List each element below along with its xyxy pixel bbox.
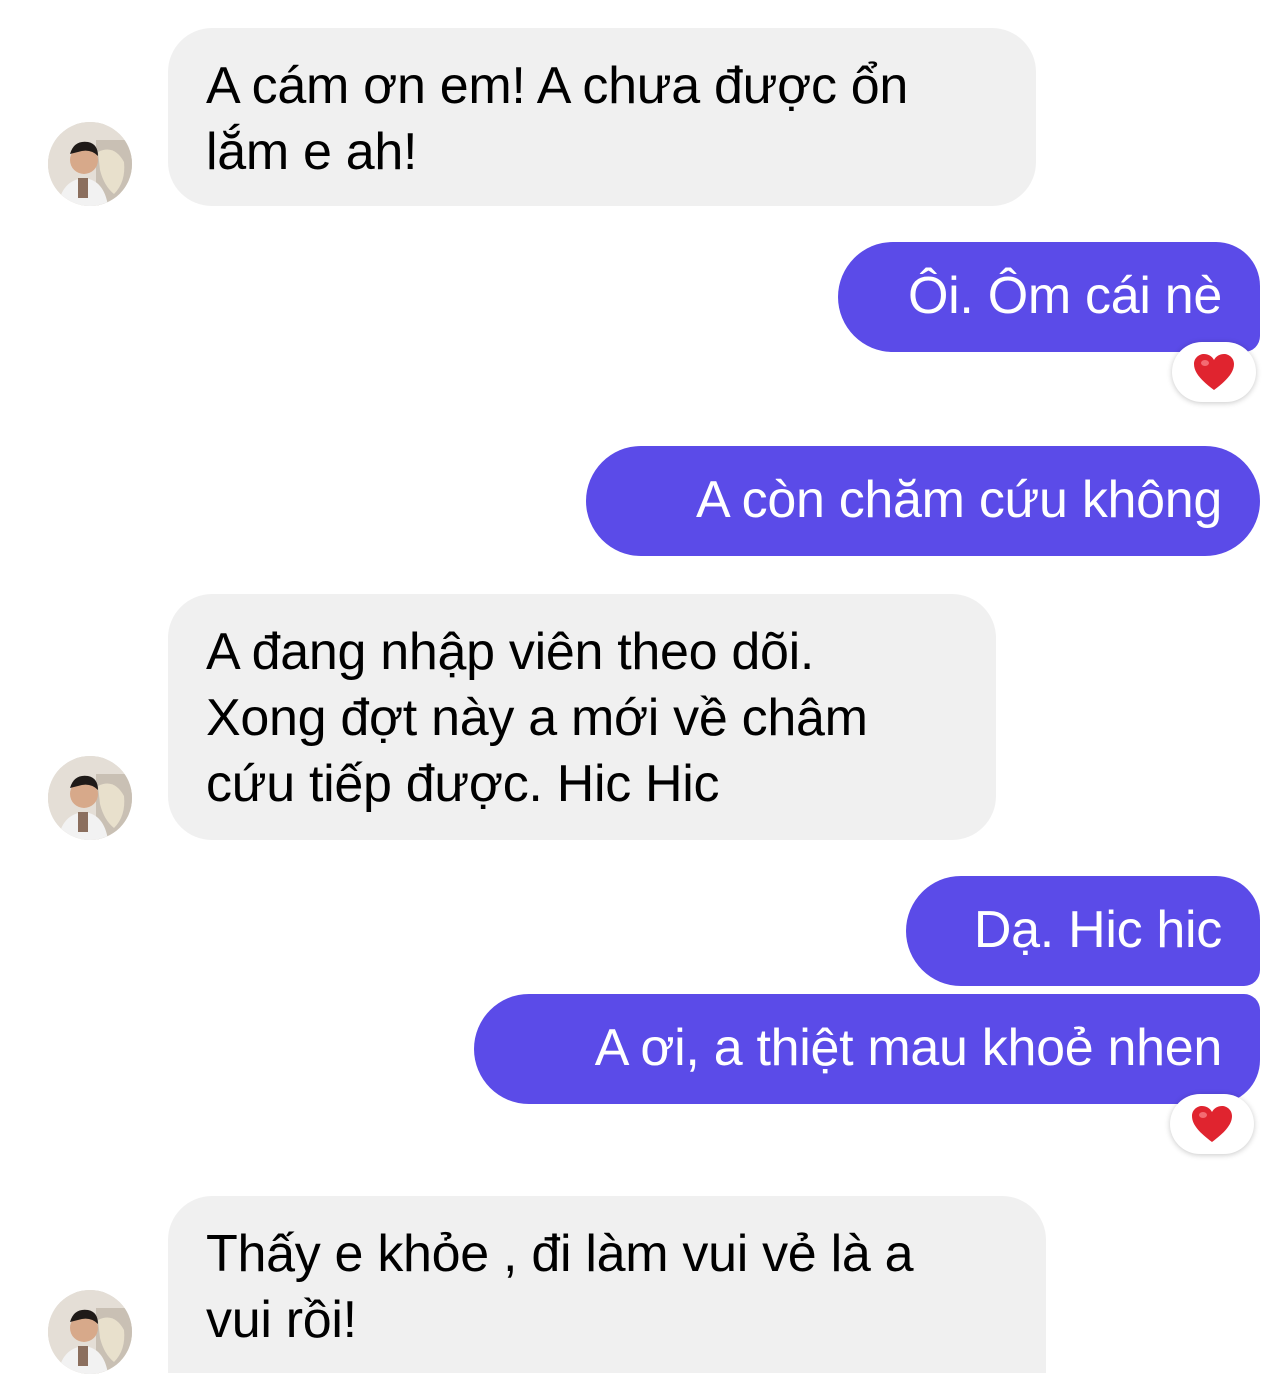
reaction-badge[interactable] bbox=[1170, 1094, 1254, 1154]
message-text: Ôi. Ôm cái nè bbox=[908, 267, 1222, 325]
message-text: lắm e ah! bbox=[206, 123, 418, 181]
message-text: Thấy e khỏe , đi làm vui vẻ là a bbox=[206, 1225, 914, 1283]
outgoing-message[interactable]: Ôi. Ôm cái nè bbox=[838, 242, 1260, 352]
message-text: cứu tiếp được. Hic Hic bbox=[206, 755, 720, 813]
heart-icon bbox=[1194, 354, 1234, 390]
heart-icon bbox=[1192, 1106, 1232, 1142]
contact-avatar[interactable] bbox=[48, 756, 132, 840]
message-text: vui rồi! bbox=[206, 1291, 357, 1349]
incoming-message[interactable]: A cám ơn em! A chưa được ổn lắm e ah! bbox=[168, 28, 1036, 206]
avatar-photo bbox=[48, 122, 132, 206]
contact-avatar[interactable] bbox=[48, 1290, 132, 1374]
message-text: A còn chăm cứu không bbox=[695, 471, 1222, 529]
avatar-photo bbox=[48, 756, 132, 840]
outgoing-message[interactable]: Dạ. Hic hic bbox=[906, 876, 1260, 986]
contact-avatar[interactable] bbox=[48, 122, 132, 206]
incoming-message[interactable]: A đang nhập viên theo dõi. Xong đợt này … bbox=[168, 594, 996, 840]
message-text: A cám ơn em! A chưa được ổn bbox=[206, 57, 909, 115]
message-text: Xong đợt này a mới về châm bbox=[206, 689, 868, 747]
outgoing-message[interactable]: A ơi, a thiệt mau khoẻ nhen bbox=[474, 994, 1260, 1104]
reaction-badge[interactable] bbox=[1172, 342, 1256, 402]
message-text: Dạ. Hic hic bbox=[973, 901, 1222, 959]
message-text: A ơi, a thiệt mau khoẻ nhen bbox=[594, 1019, 1223, 1077]
outgoing-message[interactable]: A còn chăm cứu không bbox=[586, 446, 1260, 556]
avatar-photo bbox=[48, 1290, 132, 1374]
message-text: A đang nhập viên theo dõi. bbox=[206, 623, 815, 681]
incoming-message[interactable]: Thấy e khỏe , đi làm vui vẻ là a vui rồi… bbox=[168, 1196, 1046, 1373]
